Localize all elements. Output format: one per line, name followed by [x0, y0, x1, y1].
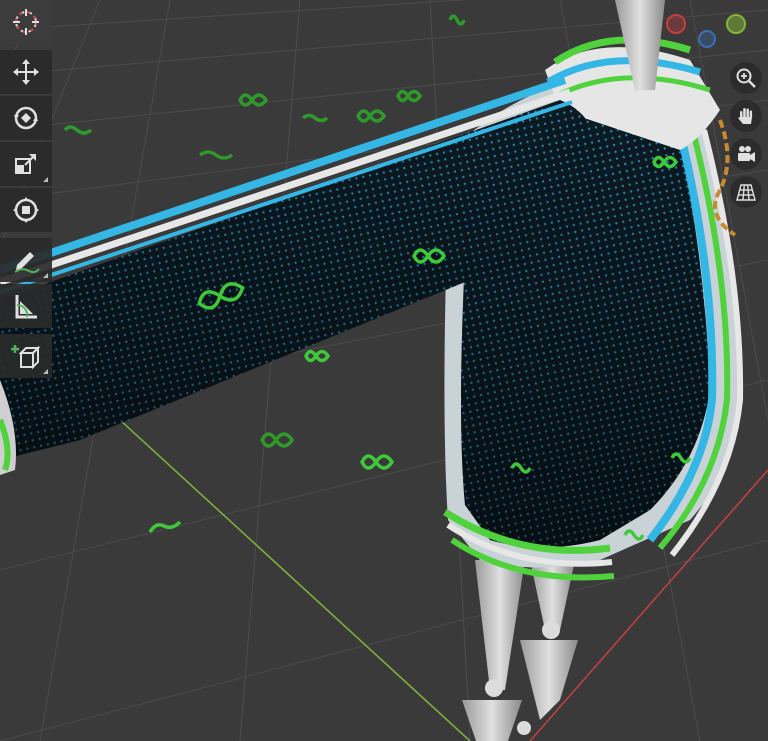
move-icon: [13, 59, 39, 85]
grid-icon: [736, 184, 756, 201]
transform-icon: [13, 197, 39, 223]
cursor-tool[interactable]: [0, 0, 52, 44]
hand-icon: [738, 108, 753, 124]
add-cube-icon: [11, 345, 41, 370]
y-axis-gizmo-circle[interactable]: [726, 14, 746, 34]
camera-icon: [738, 146, 755, 162]
measure-icon: [15, 295, 37, 319]
scale-icon: [15, 154, 36, 174]
move-tool[interactable]: [0, 50, 52, 94]
annotate-icon: [14, 252, 40, 274]
rotate-tool[interactable]: [0, 96, 52, 140]
axis-gizmo[interactable]: [658, 0, 768, 60]
cursor-icon: [13, 9, 39, 35]
zoom-button[interactable]: [730, 62, 762, 94]
transform-tool[interactable]: [0, 188, 52, 232]
scale-tool[interactable]: [0, 142, 52, 186]
camera-button[interactable]: [730, 138, 762, 170]
measure-tool[interactable]: [0, 284, 52, 328]
perspective-toggle[interactable]: [730, 176, 762, 208]
pan-button[interactable]: [730, 100, 762, 132]
zoom-icon: [736, 68, 756, 88]
submenu-indicator: [43, 177, 48, 182]
annotate-tool[interactable]: [0, 238, 52, 282]
submenu-indicator: [43, 273, 48, 278]
z-axis-gizmo-circle[interactable]: [698, 30, 716, 48]
x-axis-gizmo-circle[interactable]: [666, 14, 686, 34]
3d-viewport[interactable]: [0, 0, 768, 741]
rotate-icon: [14, 106, 38, 130]
scene-canvas[interactable]: [0, 0, 768, 741]
add-cube-tool[interactable]: [0, 334, 52, 378]
submenu-indicator: [43, 369, 48, 374]
